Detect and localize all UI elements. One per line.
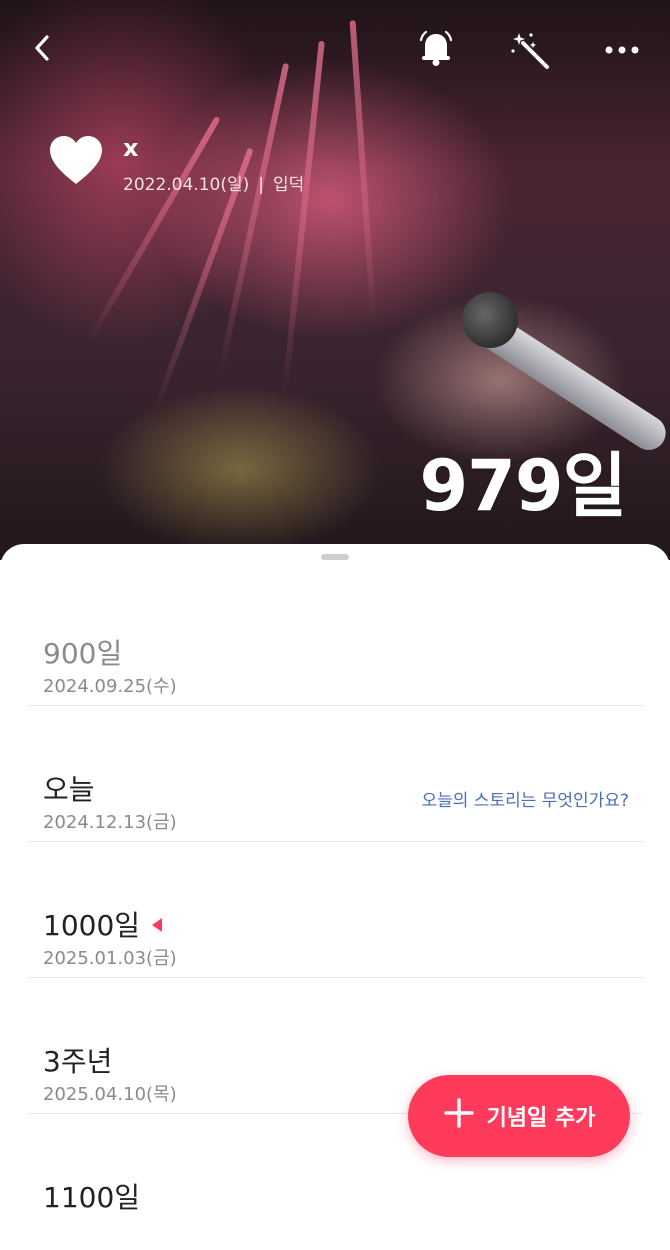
anniversary-title: 900일	[43, 637, 123, 670]
sheet-grabber[interactable]	[321, 554, 349, 560]
heart-icon	[48, 134, 104, 190]
plus-icon	[443, 1096, 475, 1136]
profile-name: x	[123, 134, 139, 162]
anniversary-date: 2025.04.10(목)	[43, 1084, 177, 1105]
back-button[interactable]	[22, 28, 62, 68]
anniversary-date: 2024.09.25(수)	[43, 676, 177, 697]
anniversary-title: 오늘	[43, 773, 95, 806]
next-marker-icon	[152, 918, 163, 932]
add-anniversary-label: 기념일 추가	[486, 1106, 596, 1131]
anniversary-title-wrap: 1000일	[43, 904, 163, 944]
anniversary-date: 2025.01.03(금)	[43, 948, 177, 969]
more-button[interactable]	[598, 26, 646, 74]
photo-detail	[85, 115, 221, 345]
bell-icon	[419, 30, 453, 66]
photo-detail	[349, 20, 377, 320]
notification-button[interactable]	[412, 24, 460, 72]
photo-detail	[281, 40, 325, 400]
day-counter: 979일	[419, 445, 627, 527]
anniversary-title: 1100일	[43, 1181, 141, 1214]
separator: |	[258, 175, 264, 195]
anniversary-title: 1000일	[43, 909, 141, 942]
more-horizontal-icon	[605, 46, 639, 54]
profile-tag: 입덕	[272, 175, 305, 195]
today-story-link[interactable]: 오늘의 스토리는 무엇인가요?	[421, 786, 629, 811]
magic-wand-icon	[511, 33, 549, 69]
decorate-button[interactable]	[506, 26, 554, 74]
add-anniversary-button[interactable]: 기념일 추가	[408, 1075, 630, 1157]
anniversary-title: 3주년	[43, 1045, 113, 1078]
anniversary-row-today[interactable]: 오늘 2024.12.13(금) 오늘의 스토리는 무엇인가요?	[28, 706, 643, 842]
chevron-left-icon	[35, 35, 49, 61]
anniversary-date: 2024.12.13(금)	[43, 812, 177, 833]
anniversary-row[interactable]: 900일 2024.09.25(수)	[28, 570, 643, 706]
photo-detail	[462, 292, 518, 348]
profile-meta: 2022.04.10(일) | 입덕	[123, 170, 304, 195]
anniversary-row[interactable]: 1000일 2025.01.03(금)	[28, 842, 643, 978]
start-date: 2022.04.10(일)	[123, 175, 250, 195]
